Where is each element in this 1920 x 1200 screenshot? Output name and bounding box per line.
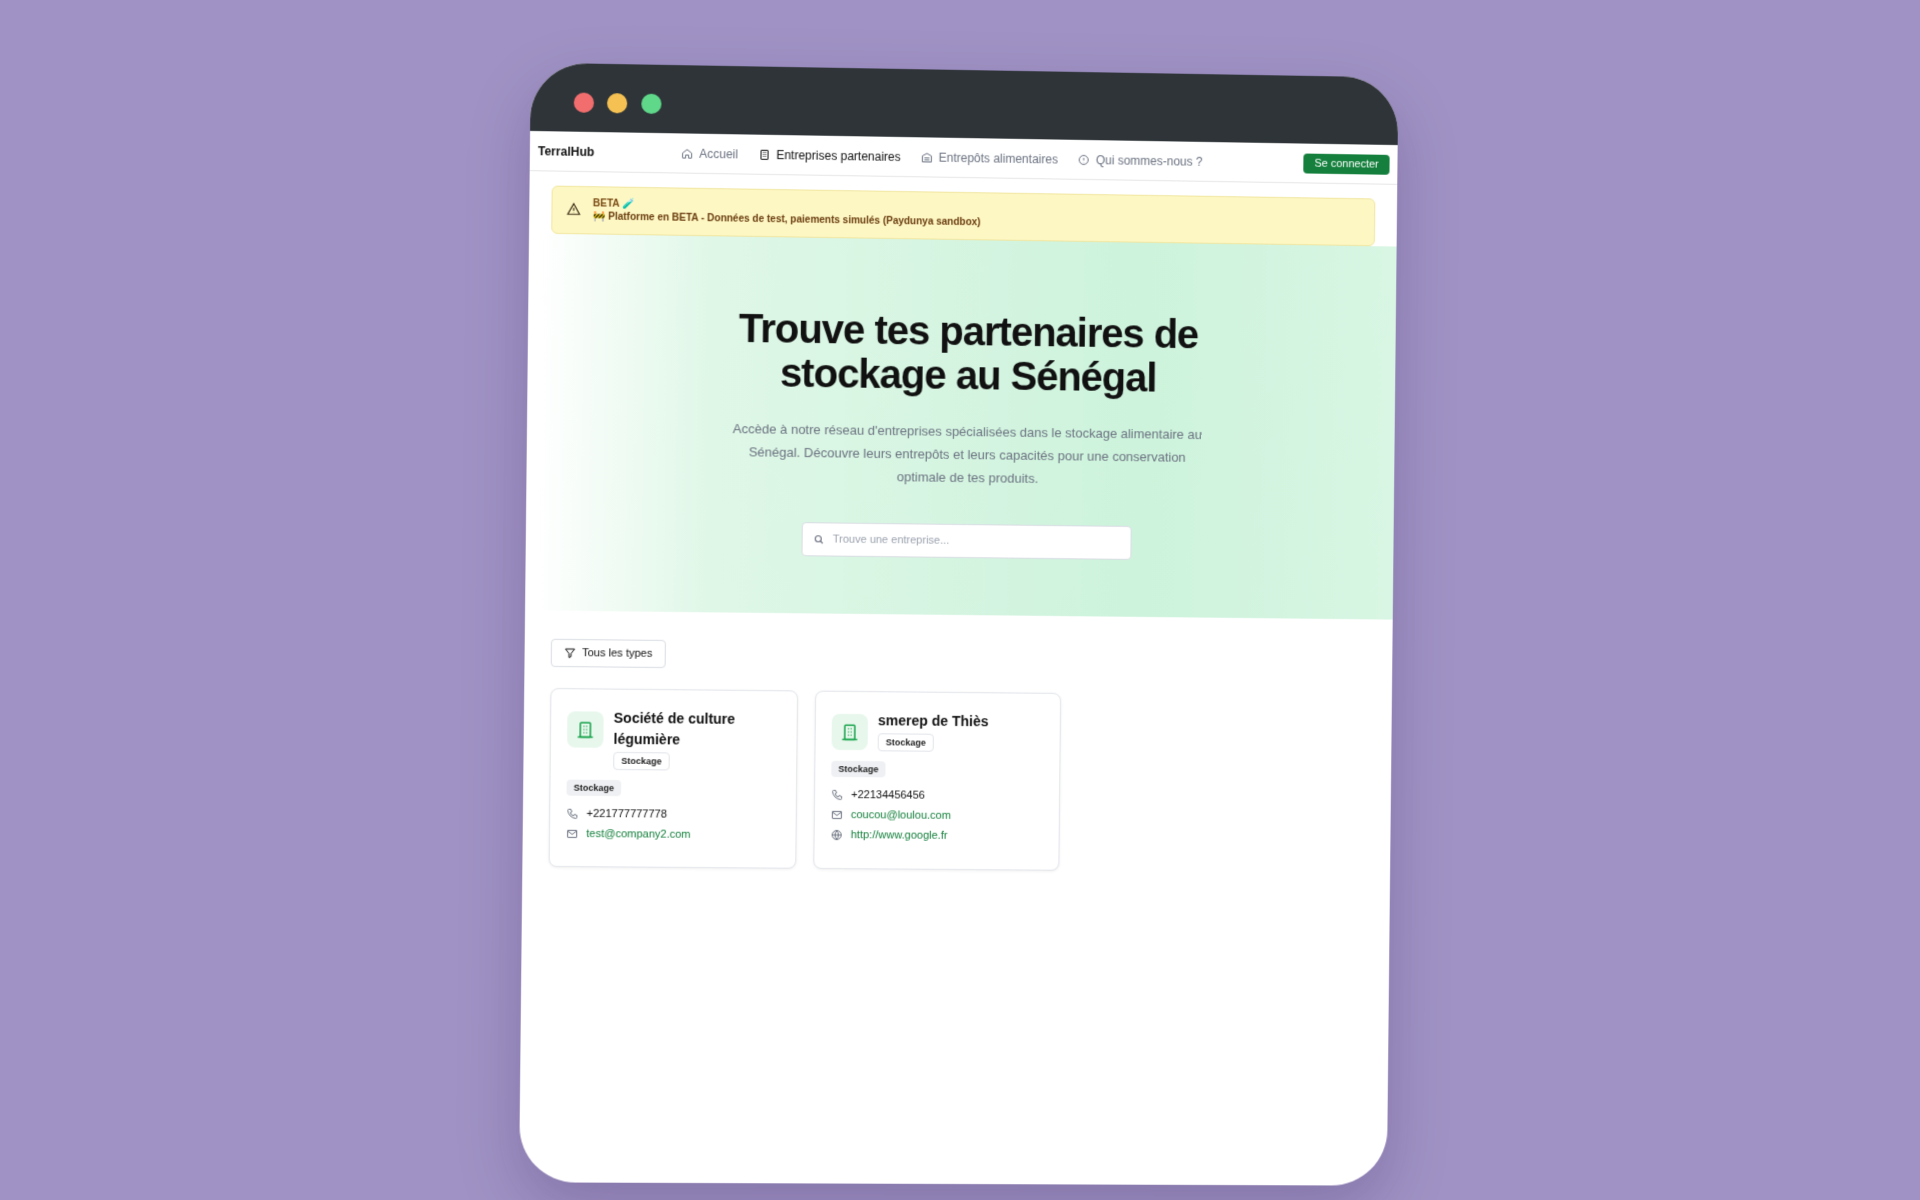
nav-item-home[interactable]: Accueil [681, 146, 738, 161]
building-icon [840, 722, 860, 742]
page-title-line: Trouve tes partenaires de [738, 306, 1199, 358]
card-title-block: Société de culture légumière Stockage [613, 708, 735, 771]
card-header: Société de culture légumière Stockage [567, 707, 781, 771]
warehouse-icon [921, 152, 932, 162]
card-header: smerep de Thiès Stockage [831, 710, 1044, 753]
search-box[interactable] [801, 522, 1132, 560]
page-title-line: stockage au Sénégal [779, 351, 1157, 401]
warning-icon [567, 202, 581, 216]
mail-icon [566, 828, 578, 840]
website-row: http://www.google.fr [831, 829, 1043, 843]
nav-item-label: Qui sommes-nous ? [1095, 152, 1203, 169]
company-category-badge: Stockage [566, 779, 622, 797]
filter-icon [564, 647, 576, 659]
nav-item-about[interactable]: Qui sommes-nous ? [1078, 152, 1203, 168]
brand-logo[interactable]: TerralHub [538, 144, 594, 159]
email-row: test@company2.com [566, 828, 779, 842]
company-type-badge: Stockage [877, 733, 934, 752]
company-phone: +22134456456 [851, 789, 926, 802]
company-email-link[interactable]: test@company2.com [586, 828, 690, 841]
filter-label: Tous les types [582, 647, 653, 660]
info-icon [1078, 153, 1090, 165]
nav-item-partner-companies[interactable]: Entreprises partenaires [758, 147, 901, 164]
nav-links: Accueil Entreprises partenaires Entrepôt… [681, 146, 1203, 168]
card-title-block: smerep de Thiès Stockage [877, 710, 989, 752]
nav-item-warehouses[interactable]: Entrepôts alimentaires [921, 150, 1058, 166]
hero-description: Accède à notre réseau d'entreprises spéc… [732, 421, 1202, 486]
device-frame: TerralHub Accueil Entreprises partenaire… [519, 62, 1399, 1186]
building-icon [575, 719, 595, 739]
home-icon [681, 147, 693, 159]
company-logo [567, 711, 604, 748]
company-website-link[interactable]: http://www.google.fr [851, 829, 948, 842]
company-type-badge: Stockage [613, 751, 670, 771]
type-filter-button[interactable]: Tous les types [550, 638, 666, 669]
phone-row: +22134456456 [831, 789, 1043, 803]
company-name-line: légumière [613, 730, 681, 748]
minimize-window-button[interactable] [606, 93, 628, 114]
login-button[interactable]: Se connecter [1303, 153, 1390, 175]
company-name[interactable]: smerep de Thiès [878, 710, 989, 732]
search-icon [813, 533, 825, 545]
company-logo [831, 713, 869, 751]
company-phone: +221777777778 [586, 807, 668, 821]
company-name[interactable]: Société de culture légumière [613, 708, 735, 751]
company-category-badge: Stockage [831, 760, 886, 778]
maximize-window-button[interactable] [641, 93, 662, 115]
email-row: coucou@loulou.com [831, 809, 1043, 823]
company-card[interactable]: Société de culture légumière Stockage St… [548, 688, 799, 869]
company-name-line: Société de culture [613, 709, 736, 727]
page-title: Trouve tes partenaires de stockage au Sé… [537, 304, 1395, 404]
mail-icon [831, 809, 843, 821]
phone-row: +221777777778 [566, 808, 779, 822]
nav-item-label: Entrepôts alimentaires [938, 150, 1058, 167]
building-icon [758, 148, 770, 160]
hero-section: Trouve tes partenaires de stockage au Sé… [535, 233, 1397, 620]
nav-item-label: Entreprises partenaires [776, 147, 901, 164]
nav-item-label: Accueil [699, 146, 739, 161]
close-window-button[interactable] [573, 92, 595, 113]
phone-icon [566, 808, 578, 820]
company-email-link[interactable]: coucou@loulou.com [851, 809, 951, 822]
search-input[interactable] [832, 533, 1113, 549]
phone-icon [831, 789, 843, 801]
globe-icon [831, 829, 843, 841]
company-card[interactable]: smerep de Thiès Stockage Stockage +22134… [813, 690, 1062, 871]
